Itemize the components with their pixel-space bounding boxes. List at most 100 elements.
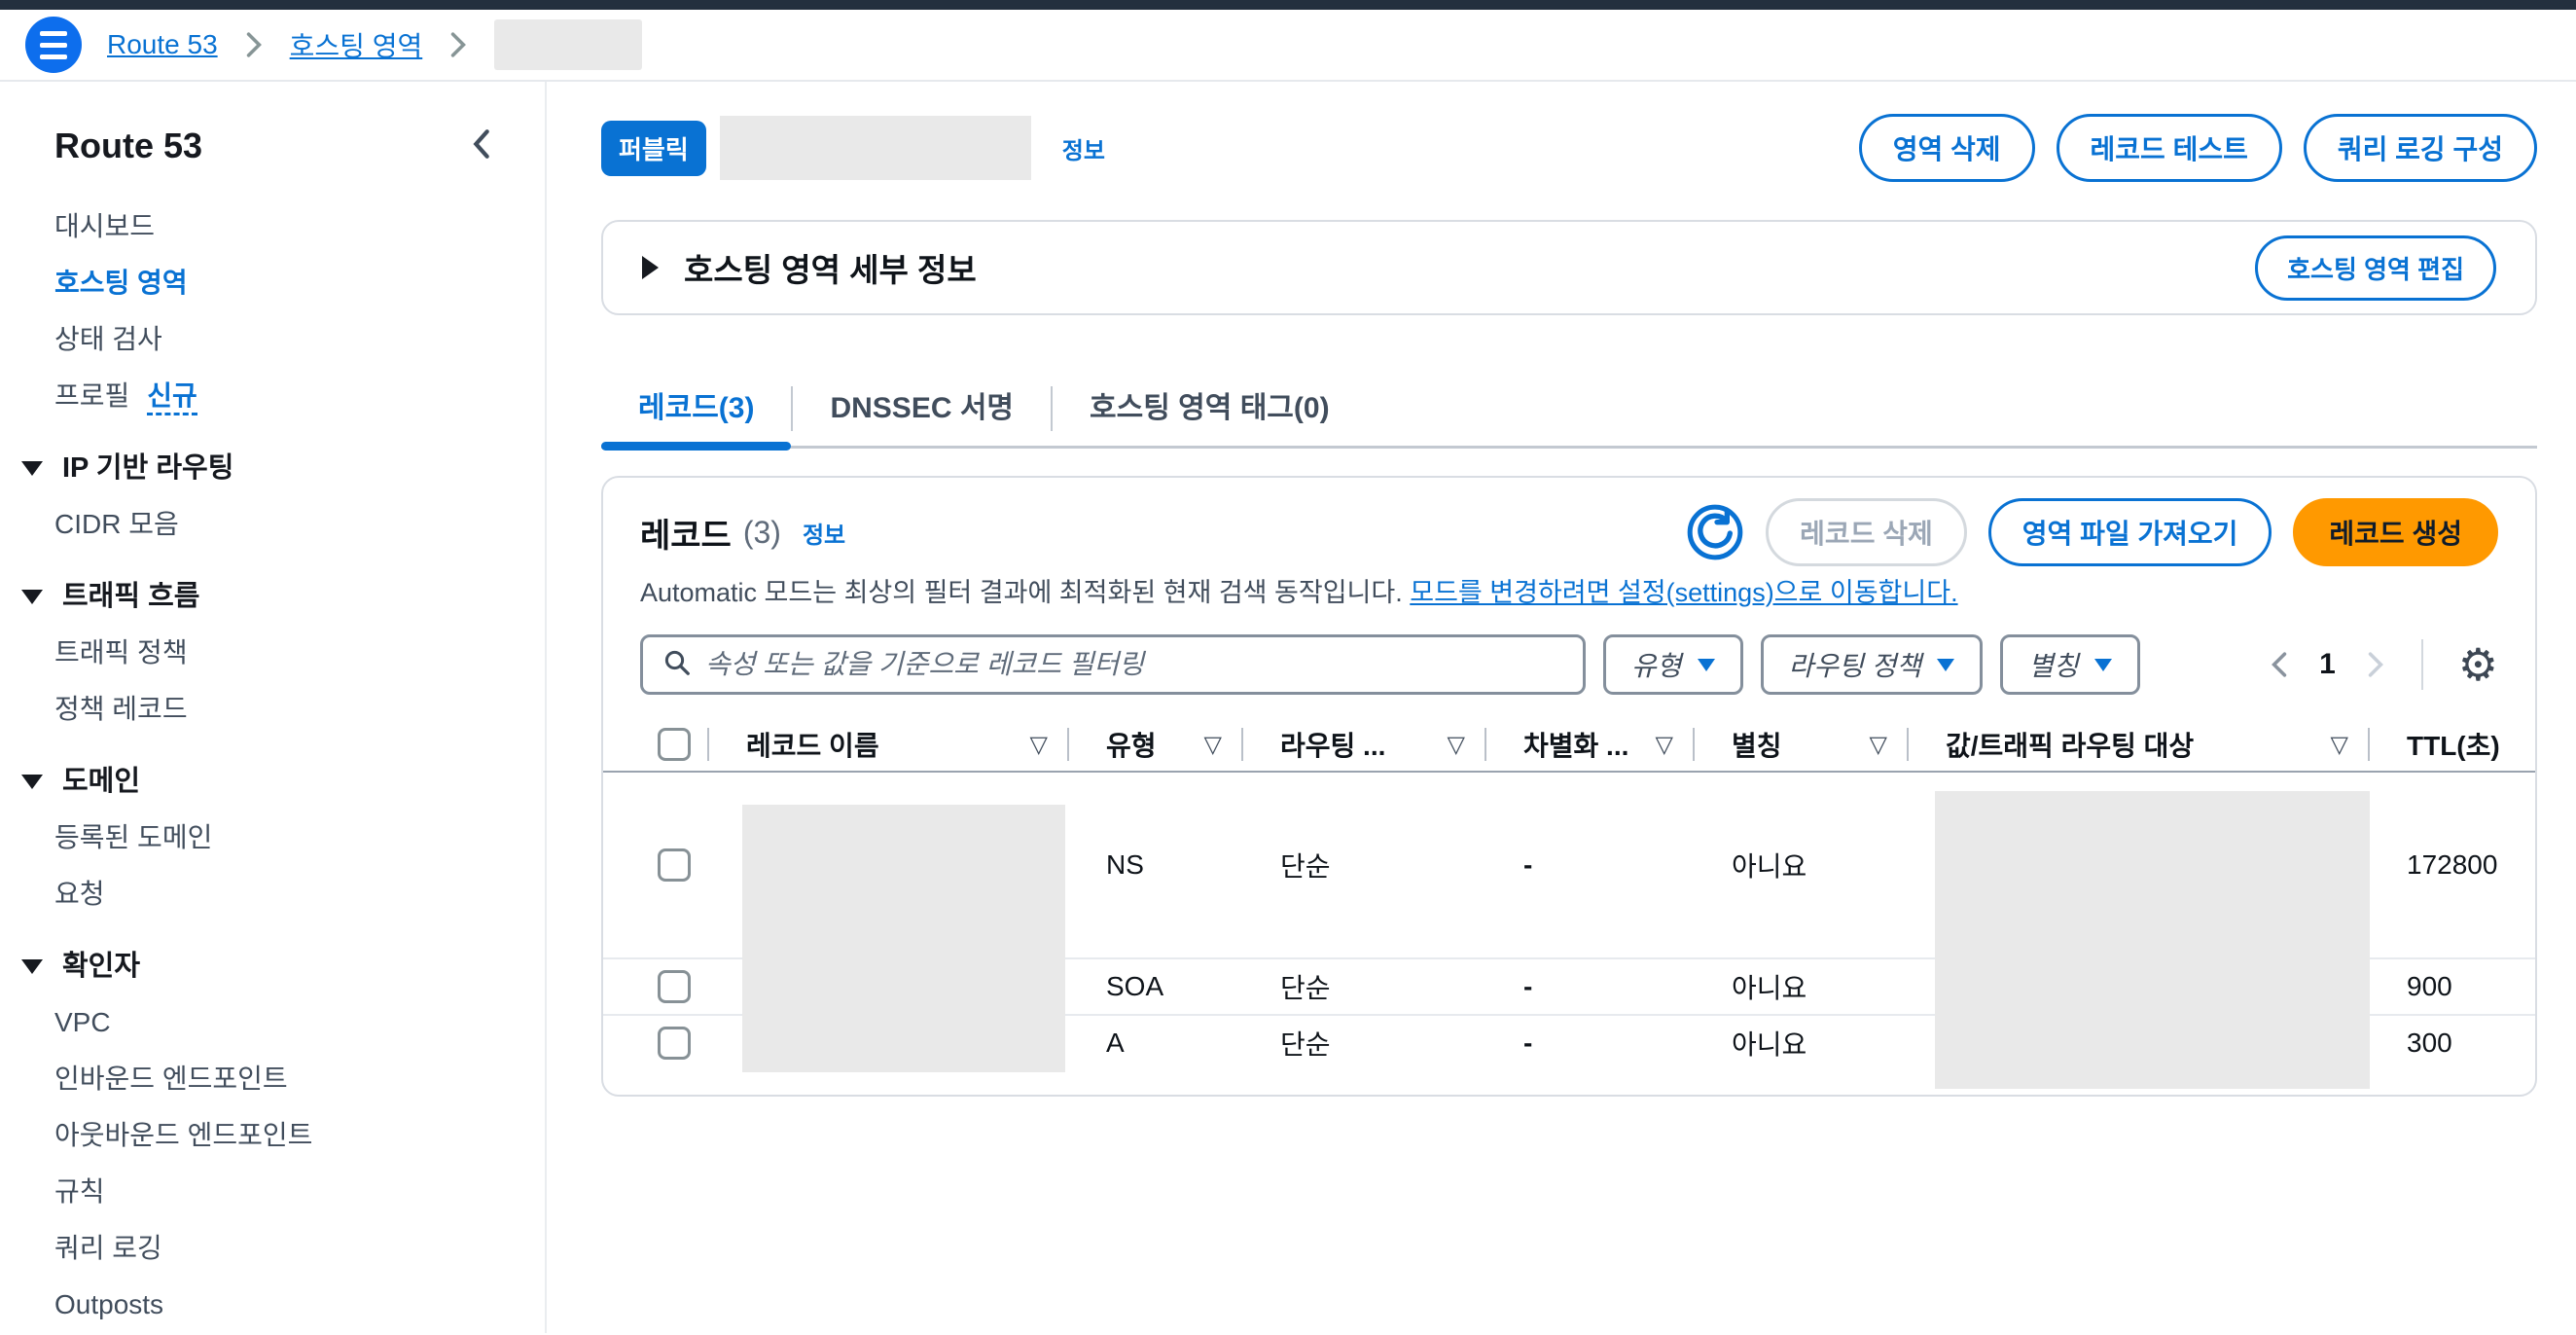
import-zone-file-button[interactable]: 영역 파일 가져오기: [1988, 498, 2272, 566]
row-checkbox[interactable]: [658, 1027, 691, 1060]
select-all-checkbox[interactable]: [658, 728, 691, 761]
sidebar-item-policy-records[interactable]: 정책 레코드: [54, 681, 545, 738]
sidebar-item-cidr-collections[interactable]: CIDR 모음: [54, 496, 545, 553]
column-header-ttl: TTL(초): [2370, 718, 2535, 771]
sidebar-section-domains[interactable]: 도메인: [21, 753, 545, 810]
sort-icon[interactable]: ▽: [1204, 731, 1222, 759]
table-header-row: 레코드 이름 ▽ 유형▽ 라우팅 ...▽ 차별화 ...▽ 별칭 ▽ 값/트래픽 …: [603, 718, 2535, 773]
cell-alias: 아니요: [1695, 967, 1909, 1006]
sidebar-section-label: 확인자: [62, 938, 140, 994]
next-page-icon[interactable]: [2365, 650, 2386, 679]
sidebar-section-label: IP 기반 라우팅: [62, 440, 233, 496]
settings-mode-link[interactable]: 모드를 변경하려면 설정(settings)으로 이동합니다.: [1410, 578, 1957, 607]
sidebar-item-rules[interactable]: 규칙: [54, 1164, 545, 1220]
cell-differentiator: -: [1486, 971, 1695, 1002]
column-header-alias[interactable]: 별칭 ▽: [1695, 718, 1909, 771]
main-content: 퍼블릭 정보 영역 삭제 레코드 테스트 쿼리 로깅 구성 호스팅 영역 세부 …: [547, 82, 2576, 1333]
sidebar-item-profiles[interactable]: 프로필신규: [54, 368, 545, 424]
cell-type: SOA: [1069, 971, 1243, 1002]
sidebar-item-outposts[interactable]: Outposts: [54, 1277, 545, 1333]
records-description: Automatic 모드는 최상의 필터 결과에 최적화된 현재 검색 동작입니…: [603, 571, 2535, 609]
hamburger-menu-icon[interactable]: [25, 17, 82, 73]
zone-type-badge: 퍼블릭: [601, 121, 706, 176]
column-header-type[interactable]: 유형▽: [1069, 718, 1243, 771]
zone-header: 퍼블릭 정보 영역 삭제 레코드 테스트 쿼리 로깅 구성: [601, 115, 2537, 181]
sidebar-collapse-icon[interactable]: [469, 127, 494, 165]
filter-label: 별칭: [2028, 645, 2079, 684]
toolbar-divider: [2421, 639, 2423, 690]
sidebar-section-ip-based-routing[interactable]: IP 기반 라우팅: [21, 440, 545, 496]
new-badge[interactable]: 신규: [147, 380, 197, 415]
breadcrumb-route53-link[interactable]: Route 53: [107, 29, 218, 60]
cell-ttl: 300: [2370, 1028, 2535, 1059]
edit-hosted-zone-button[interactable]: 호스팅 영역 편집: [2255, 235, 2496, 301]
sidebar-title: Route 53: [54, 126, 202, 166]
alias-filter-dropdown[interactable]: 별칭: [2000, 634, 2140, 695]
filter-label: 라우팅 정책: [1789, 645, 1922, 684]
tab-hosted-zone-tags[interactable]: 호스팅 영역 태그(0): [1053, 372, 1367, 446]
cell-differentiator: -: [1486, 1028, 1695, 1059]
refresh-button[interactable]: [1686, 503, 1744, 561]
search-icon: [662, 648, 692, 682]
sidebar-item-health-checks[interactable]: 상태 검사: [54, 311, 545, 368]
details-panel-title: 호스팅 영역 세부 정보: [684, 244, 977, 291]
sort-icon[interactable]: ▽: [1870, 731, 1887, 759]
breadcrumb-hosted-zones-link[interactable]: 호스팅 영역: [290, 25, 423, 64]
chevron-right-icon: [243, 30, 265, 59]
sidebar-section-label: 도메인: [62, 753, 140, 810]
caret-down-icon: [1937, 659, 1954, 671]
sidebar-item-hosted-zones[interactable]: 호스팅 영역: [54, 255, 545, 311]
record-filter-searchbox[interactable]: [640, 634, 1586, 695]
sidebar-item-dashboard[interactable]: 대시보드: [54, 198, 545, 255]
configure-query-logging-button[interactable]: 쿼리 로깅 구성: [2304, 114, 2537, 182]
column-header-differentiator[interactable]: 차별화 ...▽: [1486, 718, 1695, 771]
column-label: 레코드 이름: [746, 725, 879, 764]
routing-policy-filter-dropdown[interactable]: 라우팅 정책: [1761, 634, 1984, 695]
sidebar-item-registered-domains[interactable]: 등록된 도메인: [54, 810, 545, 866]
sidebar-item-requests[interactable]: 요청: [54, 866, 545, 922]
sidebar-section-label: 트래픽 흐름: [62, 568, 199, 625]
sidebar-item-traffic-policies[interactable]: 트래픽 정책: [54, 625, 545, 681]
column-header-record-name[interactable]: 레코드 이름 ▽: [709, 718, 1069, 771]
cell-ttl: 900: [2370, 971, 2535, 1002]
column-header-value[interactable]: 값/트래픽 라우팅 대상▽: [1909, 718, 2370, 771]
delete-zone-button[interactable]: 영역 삭제: [1859, 114, 2035, 182]
sort-icon[interactable]: ▽: [1448, 731, 1465, 759]
caret-down-icon: [21, 959, 43, 974]
cell-alias: 아니요: [1695, 846, 1909, 884]
sidebar-item-inbound-endpoints[interactable]: 인바운드 엔드포인트: [54, 1051, 545, 1107]
row-checkbox[interactable]: [658, 970, 691, 1003]
column-header-routing[interactable]: 라우팅 ...▽: [1243, 718, 1486, 771]
test-record-button[interactable]: 레코드 테스트: [2057, 114, 2282, 182]
current-page-number[interactable]: 1: [2319, 648, 2336, 681]
tab-dnssec-signing[interactable]: DNSSEC 서명: [793, 372, 1051, 446]
tab-records[interactable]: 레코드(3): [601, 372, 791, 446]
cell-routing: 단순: [1243, 967, 1486, 1006]
cell-type: A: [1069, 1028, 1243, 1059]
redacted-record-values-block: [1935, 791, 2370, 1089]
table-body: NS 단순 - 아니요 172800 SOA 단순 -: [603, 773, 2535, 1070]
row-checkbox[interactable]: [658, 848, 691, 882]
sidebar-item-query-logging[interactable]: 쿼리 로깅: [54, 1220, 545, 1277]
sidebar-section-resolver[interactable]: 확인자: [21, 938, 545, 994]
type-filter-dropdown[interactable]: 유형: [1603, 634, 1743, 695]
sort-icon[interactable]: ▽: [1030, 731, 1048, 759]
sidebar-section-traffic-flow[interactable]: 트래픽 흐름: [21, 568, 545, 625]
records-info-link[interactable]: 정보: [803, 516, 845, 550]
delete-record-button: 레코드 삭제: [1766, 498, 1967, 566]
sidebar-nav: 대시보드 호스팅 영역 상태 검사 프로필신규 IP 기반 라우팅 CIDR 모…: [54, 198, 545, 1333]
table-settings-gear-icon[interactable]: ⚙: [2458, 642, 2498, 687]
sidebar-item-outbound-endpoints[interactable]: 아웃바운드 엔드포인트: [54, 1107, 545, 1164]
caret-down-icon: [21, 461, 43, 476]
sort-icon[interactable]: ▽: [1656, 731, 1673, 759]
zone-info-link[interactable]: 정보: [1062, 131, 1105, 165]
record-filter-input[interactable]: [705, 649, 1563, 680]
sidebar-item-vpc[interactable]: VPC: [54, 994, 545, 1051]
expand-caret-icon[interactable]: [642, 256, 659, 279]
column-label: 별칭: [1732, 725, 1782, 764]
sort-icon[interactable]: ▽: [2331, 731, 2348, 759]
previous-page-icon[interactable]: [2269, 650, 2290, 679]
create-record-button[interactable]: 레코드 생성: [2293, 498, 2498, 566]
records-header: 레코드 (3) 정보: [603, 501, 2535, 563]
column-label: TTL(초): [2407, 725, 2500, 764]
